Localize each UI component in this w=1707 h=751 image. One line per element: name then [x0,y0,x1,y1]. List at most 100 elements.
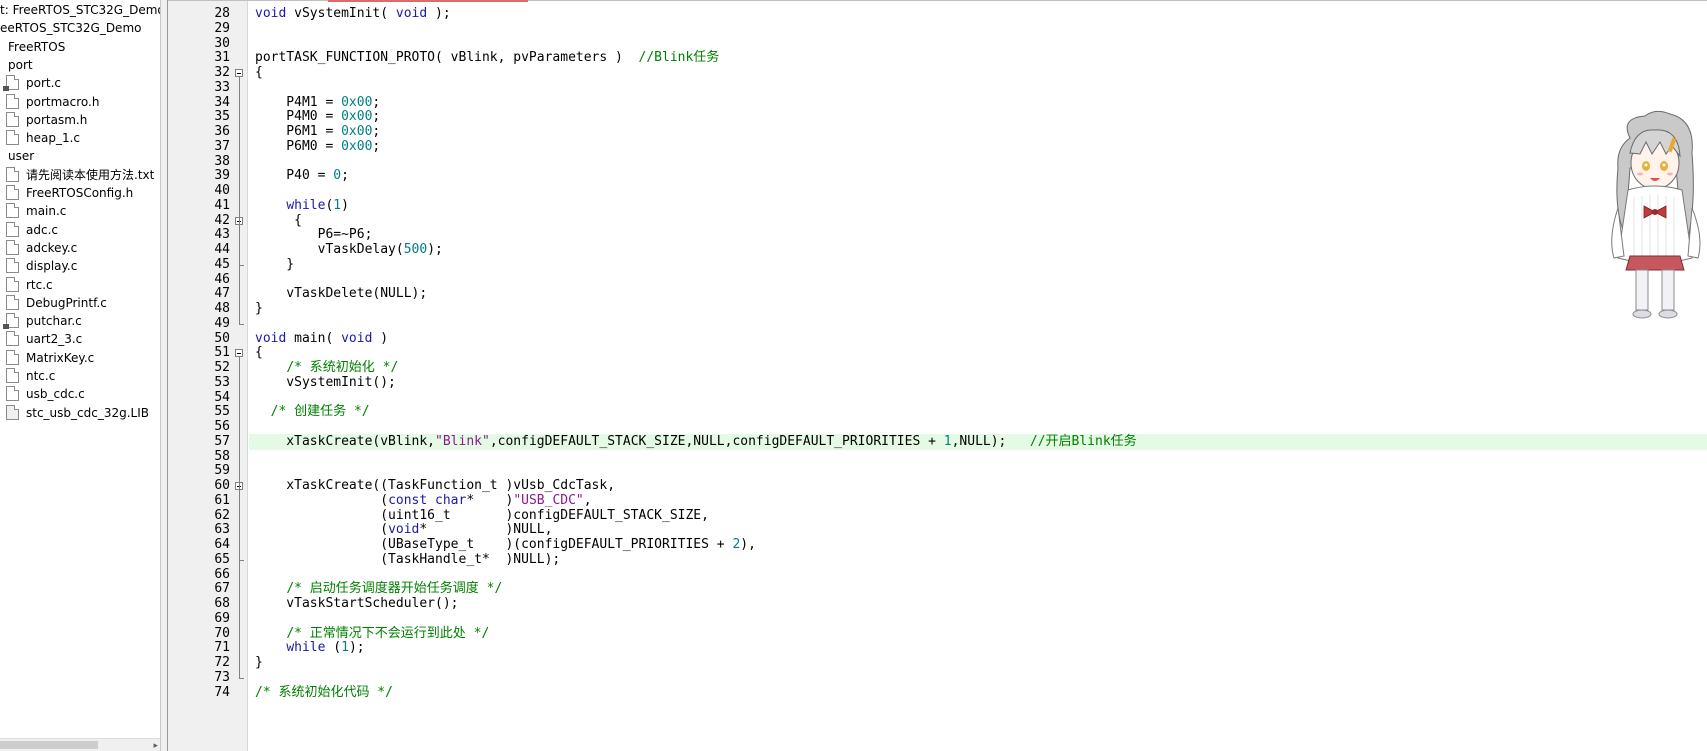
code-line[interactable]: void main( void ) [249,331,1707,347]
tree-item[interactable]: port.c [3,73,61,93]
code-line[interactable]: } [249,301,1707,317]
tree-item[interactable]: FreeRTOS [8,37,65,57]
code-line[interactable]: P40 = 0; [249,168,1707,184]
scroll-right-arrow-icon[interactable]: ▸ [153,739,158,751]
tree-item[interactable]: adc.c [6,220,58,240]
code-line[interactable]: { [249,213,1707,229]
tree-item[interactable]: FreeRTOSConfig.h [6,183,133,203]
fold-guide-line [239,357,240,678]
code-line[interactable]: (uint16_t )configDEFAULT_STACK_SIZE, [249,508,1707,524]
code-text: ,configDEFAULT_STACK_SIZE,NULL,configDEF… [489,433,944,449]
code-line[interactable]: vTaskStartScheduler(); [249,596,1707,612]
tree-item[interactable]: portmacro.h [6,92,99,112]
code-line-current[interactable]: xTaskCreate(vBlink,"Blink",configDEFAULT… [249,433,1707,450]
tree-item[interactable]: stc_usb_cdc_32g.LIB [6,403,149,423]
code-number: 1 [333,197,342,213]
tree-item[interactable]: eeRTOS_STC32G_Demo [0,18,141,38]
code-line[interactable]: (TaskHandle_t* )NULL); [249,552,1707,568]
tree-item[interactable]: portasm.h [6,110,87,130]
code-line[interactable] [249,154,1707,170]
code-line[interactable]: void vSystemInit( void ); [249,6,1707,22]
line-number: 28 [214,6,230,21]
anime-girl-mascot-icon [1600,108,1707,323]
code-line[interactable]: /* 创建任务 */ [249,404,1707,420]
line-number: 64 [214,537,230,552]
scrollbar-thumb[interactable] [0,741,98,749]
tree-item[interactable]: t: FreeRTOS_STC32G_Demo [0,0,160,20]
tree-item[interactable]: adckey.c [6,238,77,258]
mascot-illustration [1611,110,1701,319]
line-number: 35 [214,109,230,125]
fold-toggle-icon[interactable] [235,349,243,358]
code-line[interactable]: while(1) [249,198,1707,214]
code-line[interactable]: vTaskDelay(500); [249,242,1707,258]
code-text: P4M0 = [255,109,342,125]
code-line[interactable]: } [249,655,1707,671]
code-line[interactable] [249,463,1707,479]
tree-item[interactable]: rtc.c [6,275,53,295]
code-line[interactable] [249,611,1707,627]
code-line[interactable]: vSystemInit(); [249,375,1707,391]
file-icon [6,276,19,292]
code-text: P6M0 = [255,138,342,154]
code-line[interactable]: (const char* )"USB_CDC", [249,493,1707,509]
tree-item[interactable]: port [8,55,33,75]
tree-item[interactable]: main.c [6,201,66,221]
code-line[interactable]: (void* )NULL, [249,522,1707,538]
code-text: * ) [466,492,514,508]
code-line[interactable] [249,316,1707,332]
code-text: ( [255,522,389,538]
project-tree-horizontal-scrollbar[interactable]: ▸ [0,738,160,751]
code-text: vTaskDelay( [255,242,404,257]
tree-item[interactable]: heap_1.c [6,128,80,148]
tree-item[interactable]: 请先阅读本使用方法.txt [6,165,154,185]
tree-item[interactable]: MatrixKey.c [6,348,94,368]
code-line[interactable]: /* 启动任务调度器开始任务调度 */ [249,581,1707,597]
code-text: (UBaseType_t )(configDEFAULT_PRIORITIES … [255,537,733,552]
code-line[interactable]: xTaskCreate((TaskFunction_t )vUsb_CdcTas… [249,478,1707,494]
code-text: ); [427,242,443,257]
code-line[interactable] [249,21,1707,37]
tree-item[interactable]: usb_cdc.c [6,384,85,404]
code-line[interactable] [249,670,1707,686]
tree-item[interactable]: ntc.c [6,366,55,386]
code-line[interactable] [249,272,1707,288]
code-line[interactable] [249,419,1707,435]
code-line[interactable]: /* 正常情况下不会运行到此处 */ [249,626,1707,642]
tree-item[interactable]: DebugPrintf.c [6,293,107,313]
tree-item-label: ntc.c [26,369,56,383]
code-line[interactable]: P6M1 = 0x00; [249,124,1707,140]
code-text: ), [740,537,756,552]
code-text: main( [286,330,342,346]
code-line[interactable]: /* 系统初始化 */ [249,360,1707,376]
code-line[interactable] [249,449,1707,465]
code-line[interactable]: vTaskDelete(NULL); [249,286,1707,302]
active-tab-indicator [328,0,528,2]
code-line[interactable]: } [249,257,1707,273]
code-line[interactable] [249,80,1707,96]
line-number: 29 [214,20,230,36]
code-line[interactable]: while (1); [249,640,1707,656]
code-line[interactable]: { [249,65,1707,81]
code-line[interactable]: P4M0 = 0x00; [249,109,1707,125]
code-line[interactable] [249,390,1707,406]
code-line[interactable]: P4M1 = 0x00; [249,95,1707,111]
panel-splitter[interactable] [160,0,168,751]
code-number: 0 [333,168,342,184]
tree-item[interactable]: uart2_3.c [6,329,82,349]
tree-item[interactable]: putchar.c [3,311,82,331]
code-line[interactable]: /* 系统初始化代码 */ [249,685,1707,701]
fold-guide-end [239,323,244,325]
code-line[interactable]: P6=~P6; [249,227,1707,243]
code-line[interactable]: { [249,345,1707,361]
file-icon [6,258,19,274]
code-line[interactable] [249,183,1707,199]
tree-item[interactable]: user [8,146,34,166]
fold-toggle-icon[interactable] [235,69,243,77]
code-editor[interactable]: 28 29 30 31 32 33 34 35 36 37 38 39 40 41 42 43 44 45 46 47… [168,0,1707,751]
code-text: ); [348,640,365,656]
code-line[interactable]: (UBaseType_t )(configDEFAULT_PRIORITIES … [249,537,1707,553]
code-line[interactable]: portTASK_FUNCTION_PROTO( vBlink, pvParam… [249,50,1707,66]
tree-item[interactable]: display.c [6,256,77,276]
code-line[interactable]: P6M0 = 0x00; [249,139,1707,155]
